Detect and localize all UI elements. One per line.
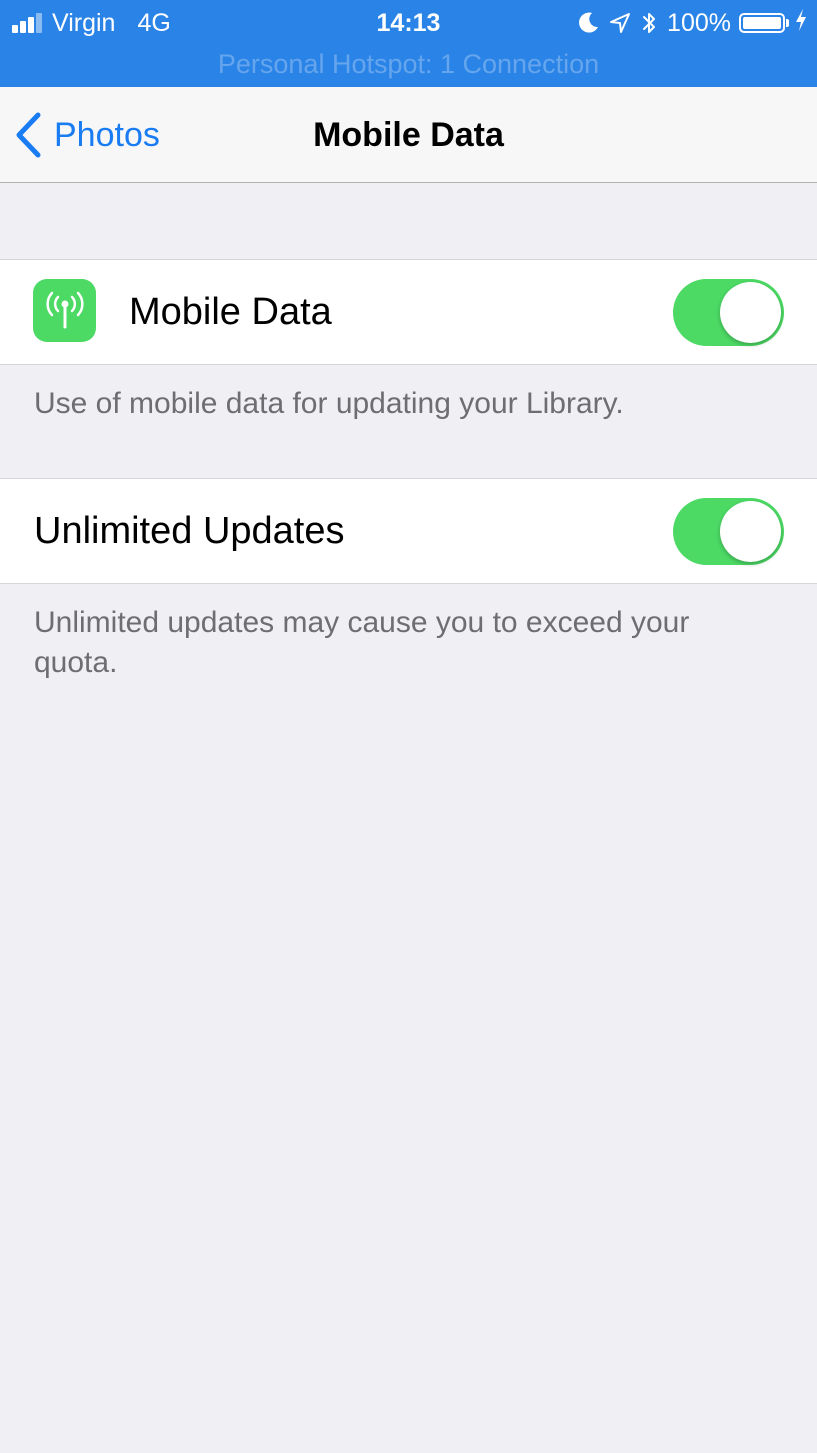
battery-icon bbox=[739, 13, 785, 33]
unlimited-updates-footer: Unlimited updates may cause you to excee… bbox=[34, 606, 690, 679]
antenna-icon bbox=[33, 279, 96, 342]
unlimited-updates-toggle[interactable] bbox=[673, 498, 784, 565]
charging-bolt-icon bbox=[795, 8, 807, 38]
mobile-data-toggle[interactable] bbox=[673, 279, 784, 346]
toggle-knob bbox=[720, 282, 781, 343]
unlimited-updates-label: Unlimited Updates bbox=[34, 510, 345, 552]
bluetooth-icon bbox=[641, 11, 657, 35]
toggle-knob bbox=[720, 501, 781, 562]
unlimited-updates-row: Unlimited Updates bbox=[0, 478, 817, 584]
status-right: 100% bbox=[579, 6, 807, 40]
moon-icon bbox=[579, 12, 599, 34]
back-label: Photos bbox=[54, 115, 160, 154]
back-button[interactable]: Photos bbox=[14, 87, 160, 183]
mobile-data-row: Mobile Data bbox=[0, 259, 817, 365]
hotspot-banner[interactable]: Personal Hotspot: 1 Connection bbox=[0, 44, 817, 84]
status-bar: Virgin 4G 14:13 100% Personal Hotspot: 1… bbox=[0, 0, 817, 87]
location-arrow-icon bbox=[609, 12, 631, 34]
mobile-data-label: Mobile Data bbox=[129, 291, 332, 333]
battery-percentage: 100% bbox=[667, 8, 731, 37]
chevron-left-icon bbox=[16, 112, 41, 158]
navigation-bar: Photos Mobile Data bbox=[0, 87, 817, 183]
battery-tip bbox=[786, 19, 789, 27]
mobile-data-footer: Use of mobile data for updating your Lib… bbox=[34, 387, 624, 420]
